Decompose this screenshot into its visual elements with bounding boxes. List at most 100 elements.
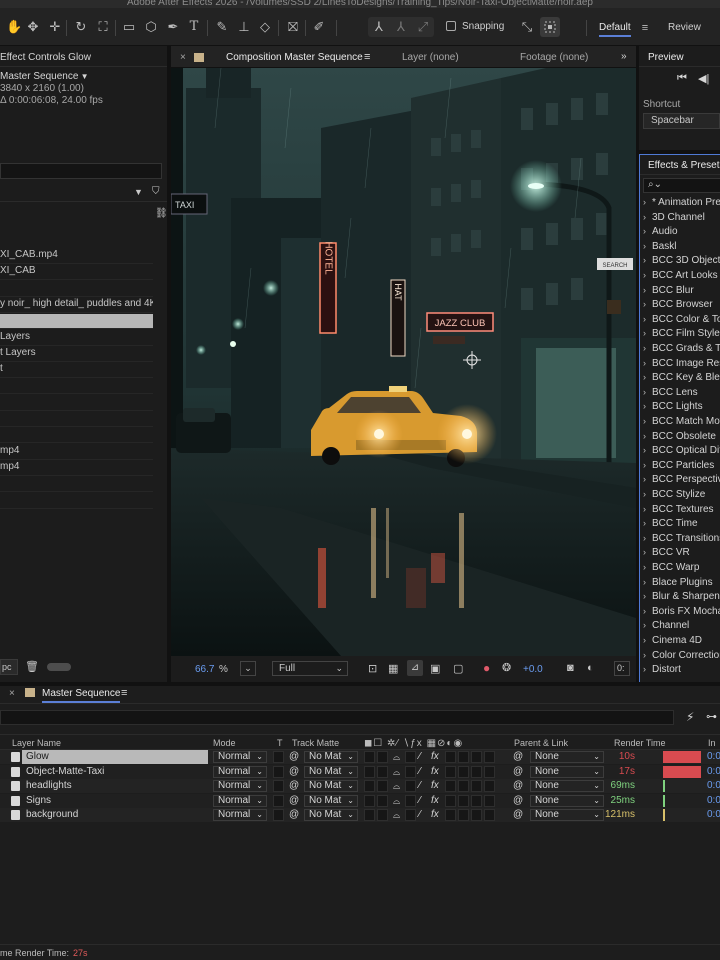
effects-category[interactable]: › * Animation Presets bbox=[643, 195, 720, 210]
header-mode[interactable]: Mode bbox=[213, 738, 236, 748]
effects-category[interactable]: › BCC Warp bbox=[643, 560, 720, 575]
type-tool-icon[interactable]: T bbox=[187, 20, 201, 34]
effects-category[interactable]: › Distort bbox=[643, 662, 720, 677]
tag-icon[interactable]: ⛉ bbox=[152, 186, 160, 197]
switch-collapse[interactable] bbox=[377, 809, 388, 822]
close-icon[interactable]: × bbox=[180, 52, 186, 63]
zoom-dropdown-chevron-icon[interactable]: ⌄ bbox=[240, 661, 256, 676]
guides-icon[interactable]: ⊿ bbox=[407, 660, 423, 676]
effects-category[interactable]: › BCC Transitions bbox=[643, 531, 720, 546]
switch-collapse[interactable] bbox=[377, 794, 388, 807]
rotate-tool-icon[interactable]: ↻ bbox=[74, 20, 88, 34]
effects-category[interactable]: › BCC Key & Blend bbox=[643, 370, 720, 385]
track-matte-dropdown[interactable]: No Mat ⌄ bbox=[304, 780, 358, 793]
exposure-value[interactable]: +0.0 bbox=[523, 664, 543, 675]
project-item[interactable]: Layers bbox=[0, 331, 153, 346]
trash-icon[interactable]: 🗑 bbox=[25, 660, 39, 673]
quality-icon[interactable]: ⌓ bbox=[393, 779, 400, 793]
zoom-value[interactable]: 66.7 bbox=[195, 664, 214, 675]
switch-shy[interactable] bbox=[364, 794, 375, 807]
switch-shy[interactable] bbox=[364, 809, 375, 822]
switch-quality[interactable] bbox=[405, 780, 416, 793]
switch-quality[interactable] bbox=[405, 751, 416, 763]
layer-name[interactable]: background bbox=[22, 808, 208, 822]
switch-adjustment[interactable] bbox=[471, 751, 482, 763]
preserve-transparency-toggle[interactable] bbox=[273, 794, 284, 807]
3d-view-icon[interactable]: ▢ bbox=[453, 662, 463, 675]
project-item[interactable] bbox=[0, 282, 153, 297]
quality-icon[interactable]: ⌓ bbox=[393, 794, 400, 808]
project-item[interactable]: y noir_ high detail_ puddles and 4K bbox=[0, 298, 153, 313]
workspace-menu-icon[interactable]: ≡ bbox=[638, 21, 652, 35]
switch-3d[interactable] bbox=[484, 751, 495, 763]
mode-dropdown[interactable]: Normal ⌄ bbox=[213, 780, 267, 793]
project-item[interactable]: t Layers bbox=[0, 347, 153, 362]
quality-icon[interactable]: ⌓ bbox=[393, 750, 400, 764]
effects-fx-icon[interactable]: fx bbox=[431, 779, 439, 793]
effects-category[interactable]: › BCC Obsolete bbox=[643, 429, 720, 444]
eraser-tool-icon[interactable]: ◇ bbox=[258, 20, 272, 34]
timeline-layer-row[interactable]: headlights Normal ⌄ @ No Mat ⌄ ⌓ ⁄ fx @ None ⌄ 69ms 0… bbox=[0, 779, 720, 794]
effects-fx-icon[interactable]: fx bbox=[431, 765, 439, 779]
timeline-layer-row[interactable]: Signs Normal ⌄ @ No Mat ⌄ ⌓ ⁄ fx @ None ⌄ 25ms 0:0 bbox=[0, 793, 720, 808]
switch-motion-blur[interactable] bbox=[458, 794, 469, 807]
switch-motion-blur[interactable] bbox=[458, 809, 469, 822]
switch-collapse[interactable] bbox=[377, 780, 388, 793]
effects-category[interactable]: › BCC Blur bbox=[643, 283, 720, 298]
switch-collapse[interactable] bbox=[377, 765, 388, 778]
project-item[interactable]: mp4 bbox=[0, 461, 153, 476]
move-tool-icon[interactable]: ✥ bbox=[26, 20, 40, 34]
puppet-tool-icon[interactable]: ✐ bbox=[312, 20, 326, 34]
effects-category[interactable]: › BCC Particles bbox=[643, 458, 720, 473]
comp-flowchart-icon[interactable]: ⊶ bbox=[706, 710, 717, 723]
project-item[interactable] bbox=[0, 379, 153, 395]
region-of-interest-icon[interactable]: ⊡ bbox=[368, 662, 377, 675]
switch-quality[interactable] bbox=[405, 809, 416, 822]
switch-shy[interactable] bbox=[364, 765, 375, 778]
effects-fx-icon[interactable]: fx bbox=[431, 808, 439, 822]
switch-shy[interactable] bbox=[364, 751, 375, 763]
track-matte-dropdown[interactable]: No Mat ⌄ bbox=[304, 794, 358, 807]
in-point-value[interactable]: 0:0 bbox=[707, 808, 720, 822]
header-render-time[interactable]: Render Time bbox=[614, 738, 666, 748]
switch-quality[interactable] bbox=[405, 794, 416, 807]
project-comp-name[interactable]: Master Sequence ▼ bbox=[0, 71, 89, 82]
preserve-transparency-toggle[interactable] bbox=[273, 765, 284, 778]
parent-dropdown[interactable]: None ⌄ bbox=[530, 751, 604, 763]
switch-motion-blur[interactable] bbox=[458, 751, 469, 763]
effects-category[interactable]: › BCC Lights bbox=[643, 399, 720, 414]
switch-frame-blend[interactable] bbox=[445, 780, 456, 793]
reset-exposure-icon[interactable]: ❂ bbox=[502, 661, 511, 674]
tab-composition[interactable]: Composition Master Sequence bbox=[226, 52, 363, 63]
show-snapshot-icon[interactable]: ◐ bbox=[587, 662, 594, 674]
switch-3d[interactable] bbox=[484, 765, 495, 778]
mode-dropdown[interactable]: Normal ⌄ bbox=[213, 751, 267, 763]
effects-category[interactable]: › BCC 3D Objects bbox=[643, 253, 720, 268]
snapping-checkbox[interactable] bbox=[446, 21, 456, 31]
roto-brush-tool-icon[interactable]: ⛝ bbox=[286, 20, 300, 34]
effects-category[interactable]: › BCC Grads & Tints bbox=[643, 341, 720, 356]
switch-quality[interactable] bbox=[405, 765, 416, 778]
preserve-transparency-toggle[interactable] bbox=[273, 751, 284, 763]
switch-shy[interactable] bbox=[364, 780, 375, 793]
header-parent-link[interactable]: Parent & Link bbox=[514, 738, 568, 748]
layer-name[interactable]: Signs bbox=[22, 794, 208, 808]
matte-link-icon[interactable]: @ bbox=[289, 765, 299, 779]
switch-adjustment[interactable] bbox=[471, 780, 482, 793]
local-axis-icon[interactable]: ⅄ bbox=[372, 20, 386, 34]
switch-3d[interactable] bbox=[484, 780, 495, 793]
layer-name[interactable]: Glow bbox=[22, 750, 208, 764]
tab-footage[interactable]: Footage (none) bbox=[520, 52, 588, 63]
matte-link-icon[interactable]: @ bbox=[289, 794, 299, 808]
project-item[interactable] bbox=[0, 314, 153, 330]
header-t[interactable]: T bbox=[277, 738, 283, 748]
quality-slash-icon[interactable]: ⁄ bbox=[419, 750, 421, 764]
switch-adjustment[interactable] bbox=[471, 794, 482, 807]
previous-frame-icon[interactable]: ◀| bbox=[698, 72, 709, 85]
composition-viewer[interactable]: TAXI HOTEL HAT JAZZ CLUB SEARCH bbox=[171, 68, 636, 656]
bpc-button[interactable]: pc bbox=[0, 659, 18, 675]
effects-category[interactable]: › BCC Time bbox=[643, 516, 720, 531]
effects-category[interactable]: › BCC Lens bbox=[643, 385, 720, 400]
tab-effect-controls[interactable]: Effect Controls Glow bbox=[0, 52, 91, 63]
header-track-matte[interactable]: Track Matte bbox=[292, 738, 339, 748]
